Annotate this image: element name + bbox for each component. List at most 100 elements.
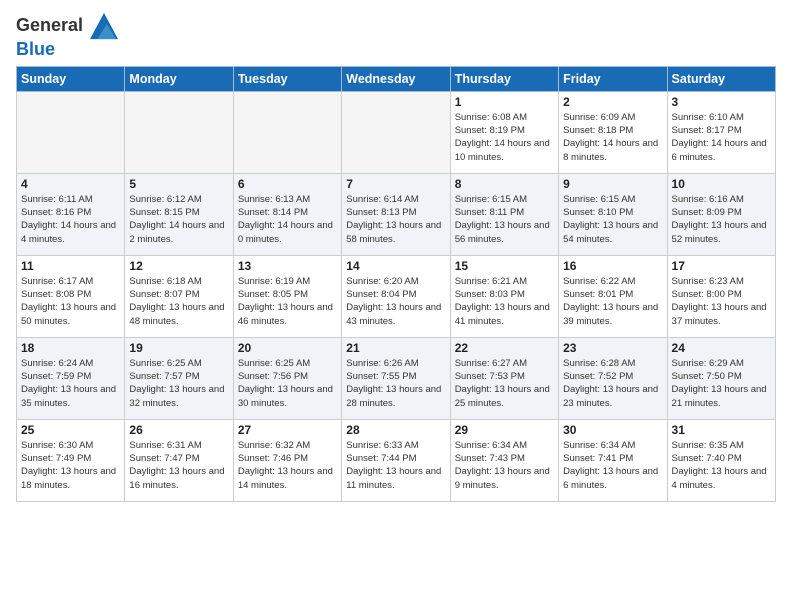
day-info: Sunrise: 6:10 AM Sunset: 8:17 PM Dayligh… [672, 111, 771, 164]
logo: General Blue [16, 12, 118, 60]
weekday-header-wednesday: Wednesday [342, 66, 450, 91]
calendar-cell: 18 Sunrise: 6:24 AM Sunset: 7:59 PM Dayli… [17, 337, 125, 419]
day-info: Sunrise: 6:14 AM Sunset: 8:13 PM Dayligh… [346, 193, 445, 246]
calendar-cell: 26Sunrise: 6:31 AM Sunset: 7:47 PM Dayli… [125, 419, 233, 501]
day-info: Sunrise: 6:27 AM Sunset: 7:53 PM Dayligh… [455, 357, 554, 410]
week-row-3: 11 Sunrise: 6:17 AM Sunset: 8:08 PM Dayli… [17, 255, 776, 337]
week-row-4: 18 Sunrise: 6:24 AM Sunset: 7:59 PM Dayli… [17, 337, 776, 419]
calendar-cell: 21 Sunrise: 6:26 AM Sunset: 7:55 PM Dayli… [342, 337, 450, 419]
calendar-cell: 29Sunrise: 6:34 AM Sunset: 7:43 PM Dayli… [450, 419, 558, 501]
calendar-cell [342, 91, 450, 173]
day-number: 4 [21, 177, 120, 191]
day-number: 3 [672, 95, 771, 109]
day-info: Sunrise: 6:21 AM Sunset: 8:03 PM Dayligh… [455, 275, 554, 328]
weekday-header-saturday: Saturday [667, 66, 775, 91]
day-number: 10 [672, 177, 771, 191]
calendar-cell: 27 Sunrise: 6:32 AM Sunset: 7:46 PM Dayli… [233, 419, 341, 501]
day-number: 6 [238, 177, 337, 191]
day-info: Sunrise: 6:33 AM Sunset: 7:44 PM Dayligh… [346, 439, 445, 492]
calendar-cell [17, 91, 125, 173]
calendar-cell: 22 Sunrise: 6:27 AM Sunset: 7:53 PM Dayli… [450, 337, 558, 419]
week-row-1: 1 Sunrise: 6:08 AM Sunset: 8:19 PM Daylig… [17, 91, 776, 173]
calendar-cell: 13 Sunrise: 6:19 AM Sunset: 8:05 PM Dayli… [233, 255, 341, 337]
calendar-cell: 30 Sunrise: 6:34 AM Sunset: 7:41 PM Dayli… [559, 419, 667, 501]
day-number: 1 [455, 95, 554, 109]
calendar-cell: 17Sunrise: 6:23 AM Sunset: 8:00 PM Dayli… [667, 255, 775, 337]
day-number: 2 [563, 95, 662, 109]
day-number: 27 [238, 423, 337, 437]
day-number: 15 [455, 259, 554, 273]
day-info: Sunrise: 6:20 AM Sunset: 8:04 PM Dayligh… [346, 275, 445, 328]
calendar-cell: 8 Sunrise: 6:15 AM Sunset: 8:11 PM Daylig… [450, 173, 558, 255]
day-number: 18 [21, 341, 120, 355]
calendar-cell: 20Sunrise: 6:25 AM Sunset: 7:56 PM Dayli… [233, 337, 341, 419]
day-number: 28 [346, 423, 445, 437]
day-info: Sunrise: 6:09 AM Sunset: 8:18 PM Dayligh… [563, 111, 662, 164]
day-info: Sunrise: 6:17 AM Sunset: 8:08 PM Dayligh… [21, 275, 120, 328]
day-info: Sunrise: 6:25 AM Sunset: 7:57 PM Dayligh… [129, 357, 228, 410]
day-info: Sunrise: 6:23 AM Sunset: 8:00 PM Dayligh… [672, 275, 771, 328]
day-number: 30 [563, 423, 662, 437]
day-info: Sunrise: 6:29 AM Sunset: 7:50 PM Dayligh… [672, 357, 771, 410]
logo-icon [90, 12, 118, 40]
day-info: Sunrise: 6:15 AM Sunset: 8:11 PM Dayligh… [455, 193, 554, 246]
calendar-cell: 15 Sunrise: 6:21 AM Sunset: 8:03 PM Dayli… [450, 255, 558, 337]
day-number: 13 [238, 259, 337, 273]
page: General Blue SundayMondayTuesdayWednesda… [0, 0, 792, 612]
calendar-cell: 19Sunrise: 6:25 AM Sunset: 7:57 PM Dayli… [125, 337, 233, 419]
calendar-cell: 31Sunrise: 6:35 AM Sunset: 7:40 PM Dayli… [667, 419, 775, 501]
weekday-header-tuesday: Tuesday [233, 66, 341, 91]
day-number: 8 [455, 177, 554, 191]
calendar-cell: 14Sunrise: 6:20 AM Sunset: 8:04 PM Dayli… [342, 255, 450, 337]
day-info: Sunrise: 6:28 AM Sunset: 7:52 PM Dayligh… [563, 357, 662, 410]
header: General Blue [16, 12, 776, 60]
logo-general-text: General [16, 15, 83, 35]
calendar-cell: 2 Sunrise: 6:09 AM Sunset: 8:18 PM Daylig… [559, 91, 667, 173]
day-number: 25 [21, 423, 120, 437]
calendar-cell: 9 Sunrise: 6:15 AM Sunset: 8:10 PM Daylig… [559, 173, 667, 255]
calendar-cell: 5Sunrise: 6:12 AM Sunset: 8:15 PM Daylig… [125, 173, 233, 255]
calendar-cell: 7 Sunrise: 6:14 AM Sunset: 8:13 PM Daylig… [342, 173, 450, 255]
day-number: 29 [455, 423, 554, 437]
calendar-cell [233, 91, 341, 173]
day-number: 22 [455, 341, 554, 355]
day-number: 16 [563, 259, 662, 273]
calendar-cell: 12Sunrise: 6:18 AM Sunset: 8:07 PM Dayli… [125, 255, 233, 337]
weekday-header-sunday: Sunday [17, 66, 125, 91]
day-number: 31 [672, 423, 771, 437]
calendar-cell: 11 Sunrise: 6:17 AM Sunset: 8:08 PM Dayli… [17, 255, 125, 337]
day-info: Sunrise: 6:13 AM Sunset: 8:14 PM Dayligh… [238, 193, 337, 246]
day-number: 11 [21, 259, 120, 273]
day-number: 7 [346, 177, 445, 191]
calendar-cell: 23 Sunrise: 6:28 AM Sunset: 7:52 PM Dayli… [559, 337, 667, 419]
weekday-header-thursday: Thursday [450, 66, 558, 91]
day-number: 12 [129, 259, 228, 273]
day-info: Sunrise: 6:26 AM Sunset: 7:55 PM Dayligh… [346, 357, 445, 410]
calendar-cell: 4 Sunrise: 6:11 AM Sunset: 8:16 PM Daylig… [17, 173, 125, 255]
day-number: 24 [672, 341, 771, 355]
week-row-5: 25 Sunrise: 6:30 AM Sunset: 7:49 PM Dayli… [17, 419, 776, 501]
calendar-cell: 1 Sunrise: 6:08 AM Sunset: 8:19 PM Daylig… [450, 91, 558, 173]
day-info: Sunrise: 6:34 AM Sunset: 7:41 PM Dayligh… [563, 439, 662, 492]
calendar-cell: 28 Sunrise: 6:33 AM Sunset: 7:44 PM Dayli… [342, 419, 450, 501]
weekday-header-monday: Monday [125, 66, 233, 91]
day-info: Sunrise: 6:22 AM Sunset: 8:01 PM Dayligh… [563, 275, 662, 328]
day-info: Sunrise: 6:16 AM Sunset: 8:09 PM Dayligh… [672, 193, 771, 246]
day-number: 21 [346, 341, 445, 355]
day-info: Sunrise: 6:15 AM Sunset: 8:10 PM Dayligh… [563, 193, 662, 246]
calendar-cell: 6 Sunrise: 6:13 AM Sunset: 8:14 PM Daylig… [233, 173, 341, 255]
day-number: 23 [563, 341, 662, 355]
calendar-cell: 10 Sunrise: 6:16 AM Sunset: 8:09 PM Dayli… [667, 173, 775, 255]
calendar-cell: 16 Sunrise: 6:22 AM Sunset: 8:01 PM Dayli… [559, 255, 667, 337]
weekday-header-friday: Friday [559, 66, 667, 91]
day-info: Sunrise: 6:11 AM Sunset: 8:16 PM Dayligh… [21, 193, 120, 246]
day-number: 9 [563, 177, 662, 191]
day-info: Sunrise: 6:30 AM Sunset: 7:49 PM Dayligh… [21, 439, 120, 492]
day-info: Sunrise: 6:08 AM Sunset: 8:19 PM Dayligh… [455, 111, 554, 164]
day-info: Sunrise: 6:24 AM Sunset: 7:59 PM Dayligh… [21, 357, 120, 410]
day-info: Sunrise: 6:25 AM Sunset: 7:56 PM Dayligh… [238, 357, 337, 410]
day-info: Sunrise: 6:12 AM Sunset: 8:15 PM Dayligh… [129, 193, 228, 246]
day-info: Sunrise: 6:32 AM Sunset: 7:46 PM Dayligh… [238, 439, 337, 492]
calendar-cell [125, 91, 233, 173]
day-info: Sunrise: 6:19 AM Sunset: 8:05 PM Dayligh… [238, 275, 337, 328]
